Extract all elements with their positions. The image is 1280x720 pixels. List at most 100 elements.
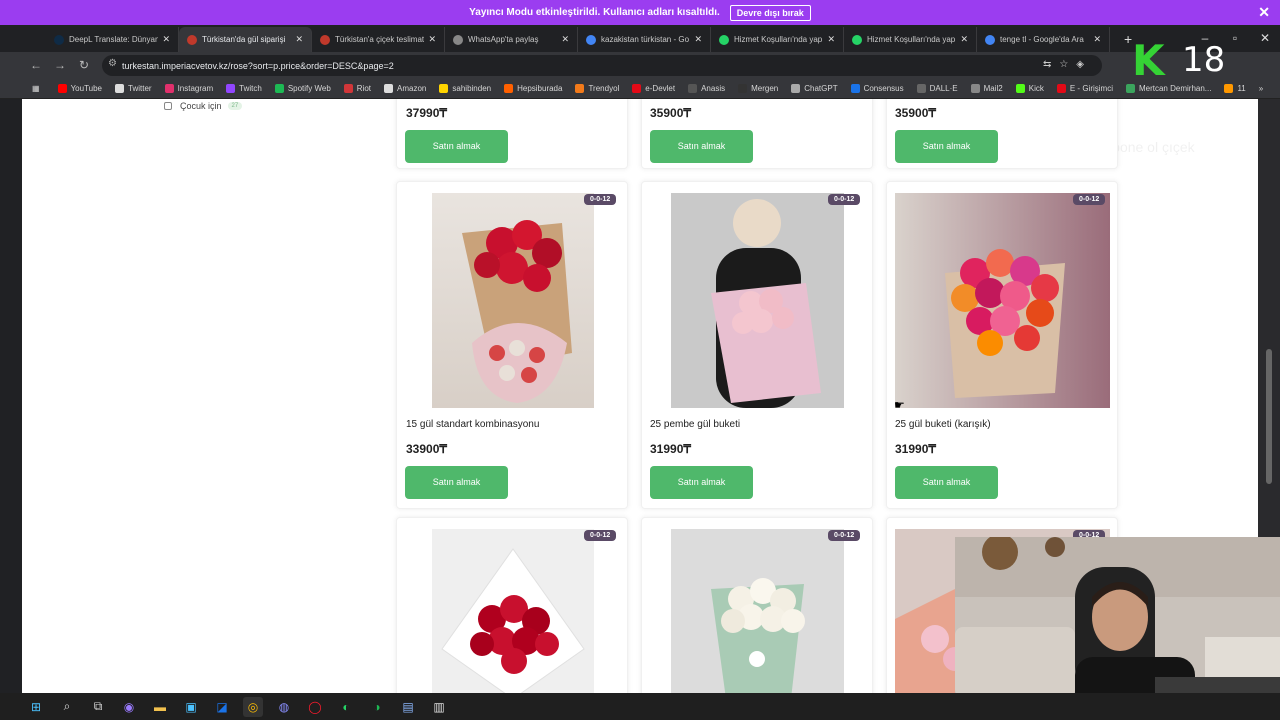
tab-close-icon[interactable]: ✕	[428, 34, 436, 45]
tab-close-icon[interactable]: ✕	[1093, 34, 1101, 45]
kick-logo: K	[1132, 36, 1165, 85]
back-icon[interactable]: ←	[24, 58, 48, 72]
tab-close-icon[interactable]: ✕	[694, 34, 702, 45]
tab-strip: DeepL Translate: Dünyan ✕ Türkistan'da g…	[0, 25, 1280, 52]
product-name[interactable]: 15 gül standart kombinasyonu	[406, 419, 539, 430]
product-name[interactable]: 25 pembe gül buketi	[650, 419, 740, 430]
bookmark-youtube[interactable]: YouTube	[57, 83, 102, 93]
bookmark-edevlet[interactable]: e-Devlet	[632, 83, 675, 93]
tab-tenge-search[interactable]: tenge tl - Google'da Ara ✕	[977, 27, 1110, 52]
bookmark-amazon[interactable]: Amazon	[384, 83, 426, 93]
close-icon[interactable]: ✕	[1258, 4, 1270, 21]
bookmark-chatgpt[interactable]: ChatGPT	[791, 83, 838, 93]
bookmark-sahibinden[interactable]: sahibinden	[439, 83, 491, 93]
outlook-icon[interactable]: ◪	[212, 697, 232, 717]
bookmark-consensus[interactable]: Consensus	[850, 83, 904, 93]
buy-button[interactable]: Satın almak	[895, 466, 998, 499]
disable-streamer-mode-button[interactable]: Devre dışı bırak	[729, 4, 811, 21]
forward-icon[interactable]: →	[48, 58, 72, 72]
deepl-favicon-icon	[54, 34, 64, 45]
spotify-icon[interactable]: ◑	[367, 697, 387, 717]
tab-close-icon[interactable]: ✕	[561, 34, 569, 45]
scrollbar-thumb[interactable]	[1266, 349, 1272, 484]
bookmark-instagram[interactable]: Instagram	[164, 83, 213, 93]
apps-grid-icon[interactable]: ▦	[32, 84, 40, 93]
buy-button[interactable]: Satın almak	[650, 466, 753, 499]
terminal-icon[interactable]: ▥	[429, 697, 449, 717]
bookmark-hepsiburada[interactable]: Hepsiburada	[504, 83, 562, 93]
tab-close-icon[interactable]: ✕	[162, 34, 170, 45]
tab-google-search[interactable]: kazakistan türkistan - Go ✕	[578, 27, 711, 52]
search-icon[interactable]: ⌕	[57, 697, 77, 717]
tab-close-icon[interactable]: ✕	[295, 34, 303, 45]
product-name[interactable]: 25 gül buketi (karışık)	[895, 419, 991, 430]
anasis-icon	[688, 83, 698, 93]
extension-shield-icon[interactable]: ◈	[1076, 59, 1092, 70]
mouse-cursor-icon: ☛	[894, 398, 905, 412]
tab-whatsapp-terms[interactable]: Hizmet Koşulları'nda yap ✕	[711, 27, 844, 52]
task-view-icon[interactable]: ⧉	[88, 697, 108, 717]
bookmark-folder-11[interactable]: 11	[1224, 83, 1246, 93]
store-icon[interactable]: ▣	[181, 697, 201, 717]
product-image-white-roses[interactable]	[671, 529, 844, 693]
product-image-mixed-roses[interactable]	[895, 193, 1110, 408]
notice-text: Yayıncı Modu etkinleştirildi. Kullanıcı …	[469, 7, 720, 18]
product-price: 33900₸	[406, 442, 448, 456]
windows-taskbar: ⊞ ⌕ ⧉ ◉ ▬ ▣ ◪ ◎ ◍ ◯ ◐ ◑ ▤ ▥	[0, 693, 1280, 720]
tab-deepl[interactable]: DeepL Translate: Dünyan ✕	[46, 27, 179, 52]
more-bookmarks-icon[interactable]: »	[1259, 84, 1263, 93]
buy-button[interactable]: Satın almak	[895, 130, 998, 163]
bookmark-spotify[interactable]: Spotify Web	[274, 83, 331, 93]
filter-count-badge: 27	[227, 102, 243, 110]
whatsapp-favicon-icon	[719, 34, 729, 45]
twitch-icon	[226, 83, 236, 93]
bookmark-twitch[interactable]: Twitch	[226, 83, 262, 93]
windows-start-icon[interactable]: ⊞	[26, 697, 46, 717]
filter-cocuk-icin[interactable]: Çocuk için 27	[164, 101, 243, 111]
egirisimci-icon	[1056, 83, 1066, 93]
red-roses-kinder-illustration	[462, 220, 572, 403]
copilot-icon[interactable]: ◉	[119, 697, 139, 717]
delivery-badge: 0-0-12	[828, 194, 861, 205]
tab-close-icon[interactable]: ✕	[960, 34, 968, 45]
filter-checkbox[interactable]	[164, 102, 172, 110]
bookmark-twitter[interactable]: Twitter	[115, 83, 152, 93]
bookmark-star-icon[interactable]: ☆	[1059, 59, 1076, 70]
hepsiburada-icon	[504, 83, 514, 93]
bookmark-anasis[interactable]: Anasis	[688, 83, 725, 93]
tab-whatsapp[interactable]: WhatsApp'ta paylaş ✕	[445, 27, 578, 52]
discord-icon[interactable]: ◍	[274, 697, 294, 717]
buy-button[interactable]: Satın almak	[405, 130, 508, 163]
tab-close-icon[interactable]: ✕	[827, 34, 835, 45]
opera-icon[interactable]: ◯	[305, 697, 325, 717]
whatsapp-icon[interactable]: ◐	[336, 697, 356, 717]
file-explorer-icon[interactable]: ▬	[150, 697, 170, 717]
google-favicon-icon	[985, 34, 995, 45]
instagram-icon	[164, 83, 174, 93]
bookmark-mail2[interactable]: Mail2	[970, 83, 1003, 93]
chrome-icon[interactable]: ◎	[243, 696, 263, 717]
edevlet-icon	[632, 83, 642, 93]
product-image-red-roses-kinder[interactable]	[432, 193, 594, 408]
buy-button[interactable]: Satın almak	[650, 130, 753, 163]
calculator-icon[interactable]: ▤	[398, 697, 418, 717]
tab-whatsapp-terms-2[interactable]: Hizmet Koşulları'nda yap ✕	[844, 27, 977, 52]
tab-cicek[interactable]: Türkistan'a çiçek teslimat ✕	[312, 27, 445, 52]
tab-active-gul[interactable]: Türkistan'da gül siparişi ✕	[179, 27, 312, 52]
bookmark-riot[interactable]: Riot	[343, 83, 371, 93]
window-close-icon[interactable]: ✕	[1250, 25, 1280, 52]
bookmark-dalle[interactable]: DALL·E	[916, 83, 958, 93]
product-image-red-roses-bouquet[interactable]	[432, 529, 594, 693]
bookmark-trendyol[interactable]: Trendyol	[575, 83, 619, 93]
bookmark-kick[interactable]: Kick	[1015, 83, 1044, 93]
site-info-icon[interactable]: ⚙	[108, 58, 117, 69]
address-bar[interactable]: ⚙ turkestan.imperiacvetov.kz/rose?sort=p…	[102, 55, 1102, 76]
buy-button[interactable]: Satın almak	[405, 466, 508, 499]
riot-icon	[343, 83, 353, 93]
filter-label: Çocuk için	[180, 101, 222, 111]
product-image-pink-roses[interactable]	[671, 193, 844, 408]
bookmark-mergen[interactable]: Mergen	[738, 83, 778, 93]
translate-icon[interactable]: ⇆	[1043, 59, 1059, 70]
bookmark-egirisimci[interactable]: E - Girişimci	[1056, 83, 1113, 93]
reload-icon[interactable]: ↻	[72, 58, 96, 72]
